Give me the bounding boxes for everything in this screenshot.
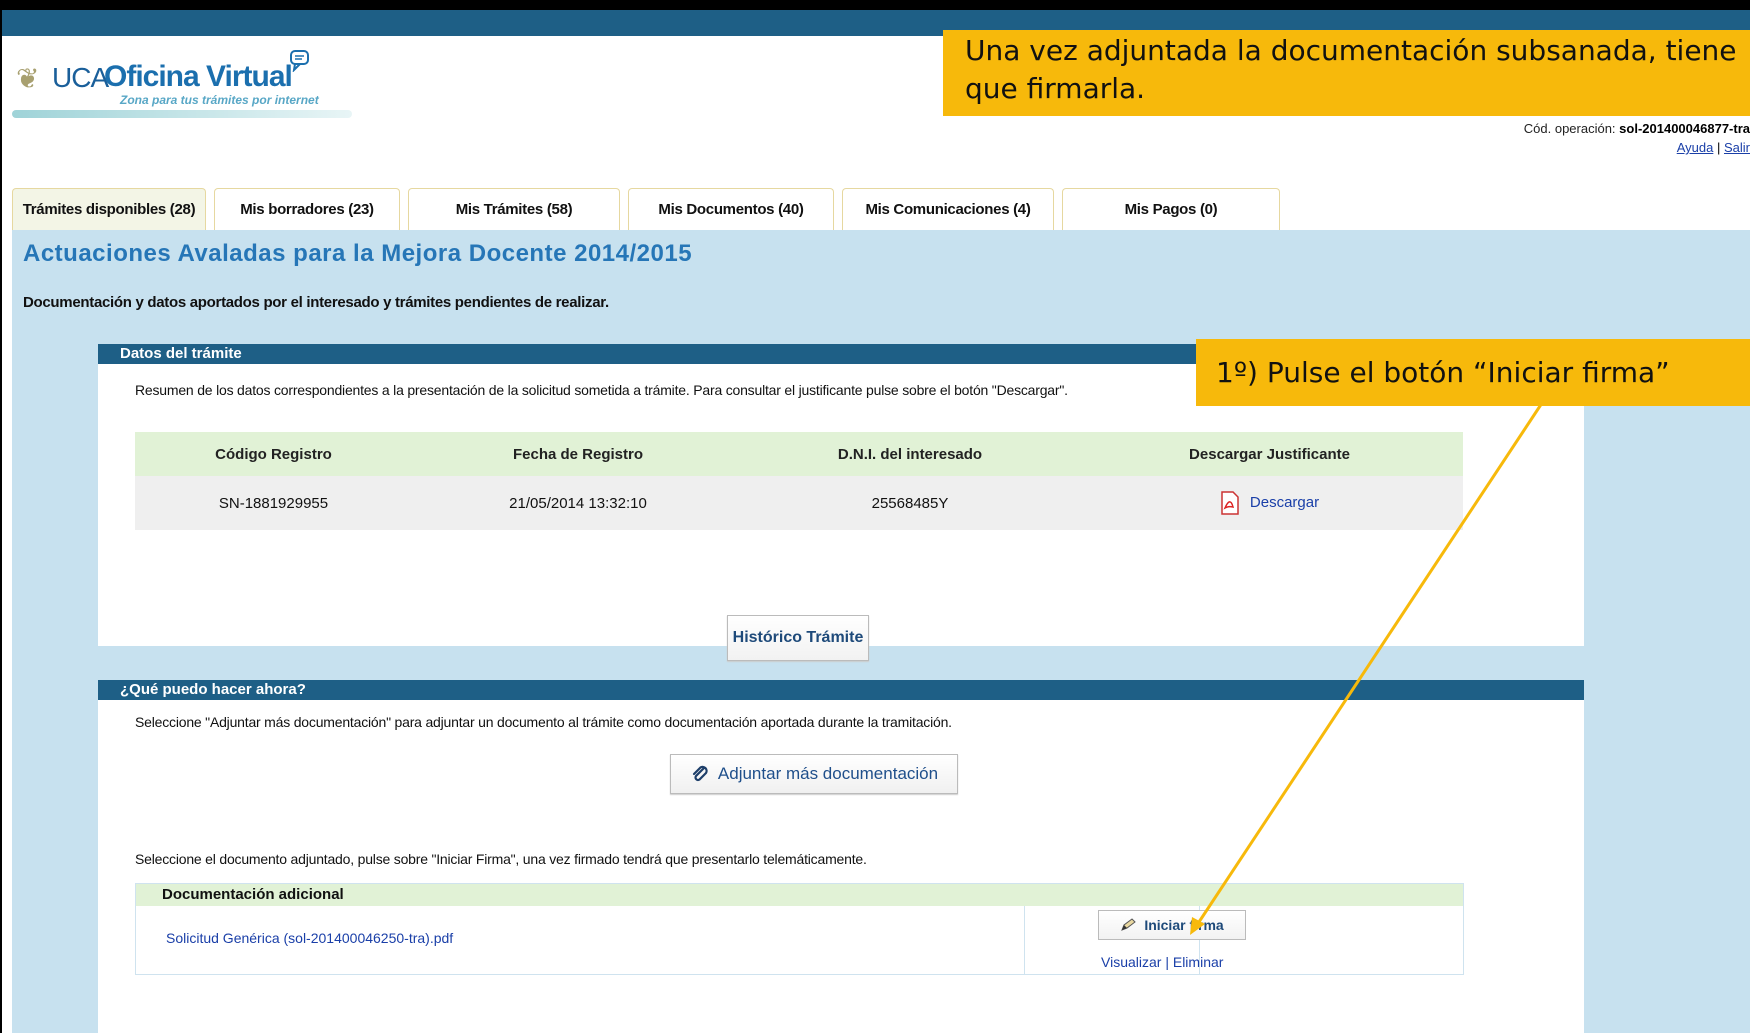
table-header-row: Código Registro Fecha de Registro D.N.I.… (135, 432, 1463, 476)
iniciar-firma-label: Iniciar firma (1144, 917, 1224, 933)
operation-code-value: sol-201400046877-tra (1619, 121, 1750, 136)
uca-emblem-icon: ❦ (16, 63, 40, 94)
callout-paso-1: 1º) Pulse el botón “Iniciar firma” (1196, 339, 1750, 406)
operation-code: Cód. operación: sol-201400046877-tra (1524, 121, 1750, 136)
dni-interesado: 25568485Y (744, 476, 1076, 530)
instruction-attach: Seleccione "Adjuntar más documentación" … (135, 714, 952, 730)
adjuntar-documentacion-button[interactable]: Adjuntar más documentación (670, 754, 958, 794)
tab-mis-borradores[interactable]: Mis borradores (23) (214, 188, 400, 230)
instruction-sign: Seleccione el documento adjuntado, pulse… (135, 851, 867, 867)
documentacion-table: Documentación adicional Solicitud Genéri… (135, 883, 1464, 975)
fecha-registro: 21/05/2014 13:32:10 (412, 476, 744, 530)
document-actions: Visualizar | Eliminar (1101, 954, 1223, 970)
column-header: Código Registro (135, 432, 412, 476)
pdf-icon (1220, 491, 1240, 515)
logout-link[interactable]: Salir (1724, 140, 1750, 155)
iniciar-firma-button[interactable]: Iniciar firma (1098, 910, 1246, 940)
registro-table: Código Registro Fecha de Registro D.N.I.… (135, 432, 1463, 530)
table-row: Solicitud Genérica (sol-201400046250-tra… (136, 906, 1463, 974)
panel-que-puedo-hacer: ¿Qué puedo hacer ahora? Seleccione "Adju… (98, 680, 1584, 1033)
tab-bar: Trámites disponibles (28) Mis borradores… (12, 188, 1288, 230)
documentacion-heading: Documentación adicional (136, 884, 1463, 906)
page-subtitle: Documentación y datos aportados por el i… (23, 294, 609, 311)
help-link[interactable]: Ayuda (1677, 140, 1714, 155)
download-link[interactable]: Descargar (1250, 494, 1319, 511)
column-header: Fecha de Registro (412, 432, 744, 476)
adjuntar-label: Adjuntar más documentación (717, 764, 939, 783)
tab-mis-pagos[interactable]: Mis Pagos (0) (1062, 188, 1280, 230)
logo-swoosh (12, 110, 352, 118)
eliminar-link[interactable]: Eliminar (1173, 954, 1224, 970)
visualizar-link[interactable]: Visualizar (1101, 954, 1161, 970)
panel-description: Resumen de los datos correspondientes a … (135, 382, 1068, 398)
column-divider (1024, 906, 1025, 974)
speech-bubble-icon (290, 50, 310, 78)
tab-mis-tramites[interactable]: Mis Trámites (58) (408, 188, 620, 230)
pen-sign-icon (1121, 918, 1137, 931)
top-band (2, 2, 1750, 10)
logo-name: Oficina Virtual (104, 60, 293, 93)
panel-heading: ¿Qué puedo hacer ahora? (98, 680, 1584, 700)
document-link[interactable]: Solicitud Genérica (sol-201400046250-tra… (166, 930, 453, 946)
codigo-registro: SN-1881929955 (135, 476, 412, 530)
download-cell: Descargar (1076, 476, 1463, 530)
logo-prefix: UCA (52, 62, 109, 93)
tab-tramites-disponibles[interactable]: Trámites disponibles (28) (12, 188, 206, 230)
page-title: Actuaciones Avaladas para la Mejora Doce… (23, 240, 693, 267)
column-header: Descargar Justificante (1076, 432, 1463, 476)
browser-frame: ❦ UCA Oficina Virtual Zona para tus trám… (0, 0, 1750, 1033)
logo-tagline: Zona para tus trámites por internet (120, 93, 319, 107)
callout-firmar: Una vez adjuntada la documentación subsa… (943, 30, 1750, 116)
table-row: SN-1881929955 21/05/2014 13:32:10 255684… (135, 476, 1463, 530)
column-header: D.N.I. del interesado (744, 432, 1076, 476)
tab-mis-documentos[interactable]: Mis Documentos (40) (628, 188, 834, 230)
operation-code-label: Cód. operación: (1523, 121, 1616, 136)
action-separator: | (1161, 954, 1173, 970)
tab-mis-comunicaciones[interactable]: Mis Comunicaciones (4) (842, 188, 1054, 230)
header-link-separator: | (1716, 140, 1721, 155)
uca-logo[interactable]: ❦ UCA Oficina Virtual Zona para tus trám… (12, 50, 352, 122)
paperclip-icon (692, 765, 708, 782)
header-links: Ayuda | Salir (1677, 140, 1750, 155)
historico-tramite-button[interactable]: Histórico Trámite (727, 615, 869, 661)
